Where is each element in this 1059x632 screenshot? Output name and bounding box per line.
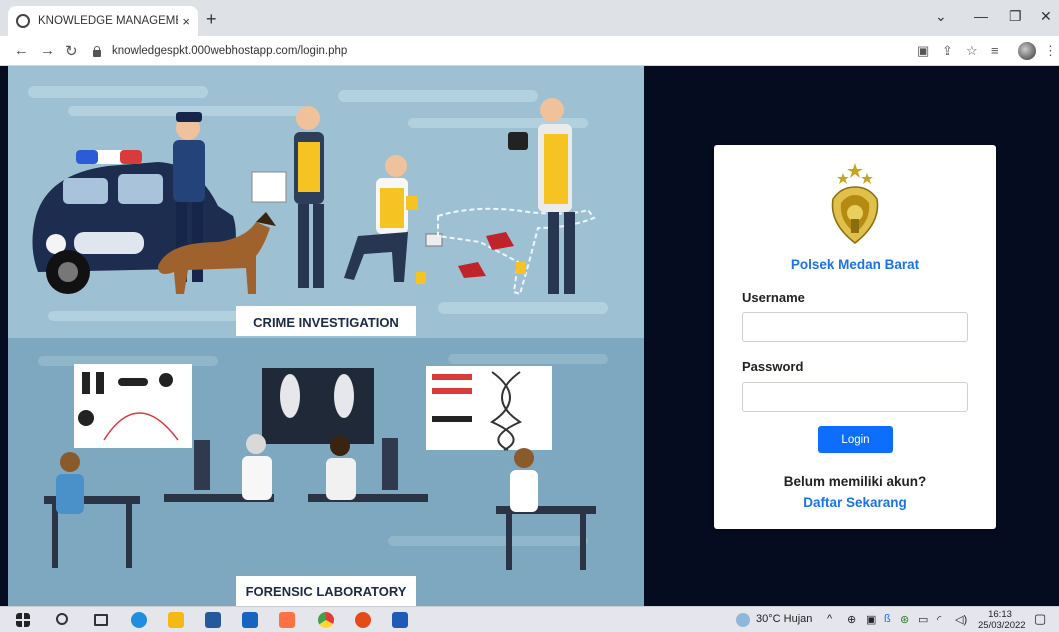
browser-tab[interactable]: KNOWLEDGE MANAGEMENT SYSTEM × xyxy=(8,6,198,36)
restore-button[interactable]: ❐ xyxy=(1009,8,1022,25)
reload-icon[interactable]: ↻ xyxy=(65,42,78,60)
page-content: CRIME INVESTIGATION FORENSIC LABORATORY … xyxy=(0,66,1059,606)
search-icon[interactable] xyxy=(56,613,68,625)
clock-time: 16:13 xyxy=(988,609,1012,620)
username-input[interactable] xyxy=(742,312,968,342)
unit-name: Polsek Medan Barat xyxy=(790,257,920,272)
password-label: Password xyxy=(742,359,804,374)
illustration-panel: CRIME INVESTIGATION FORENSIC LABORATORY xyxy=(8,66,644,606)
bluetooth-icon[interactable]: ß xyxy=(884,613,891,625)
notification-icon[interactable]: ▢ xyxy=(1034,611,1046,627)
no-account-text: Belum memiliki akun? xyxy=(783,474,927,489)
clock-date: 25/03/2022 xyxy=(978,620,1026,631)
photos-icon[interactable] xyxy=(279,612,295,628)
browser-tab-strip: KNOWLEDGE MANAGEMENT SYSTEM × + ⌄ — ❐ ✕ xyxy=(0,0,1059,36)
security-icon[interactable]: ⊛ xyxy=(900,613,909,626)
weather-icon xyxy=(736,613,750,627)
bookmark-star-icon[interactable]: ☆ xyxy=(966,43,978,59)
chevron-up-icon[interactable]: ^ xyxy=(827,613,832,625)
lock-icon xyxy=(92,45,102,57)
windows-start-icon[interactable] xyxy=(16,613,30,627)
display-icon[interactable]: ▣ xyxy=(866,613,876,626)
profile-avatar[interactable] xyxy=(1018,42,1036,60)
banner-forensic-laboratory: FORENSIC LABORATORY xyxy=(246,584,407,599)
store-icon[interactable] xyxy=(205,612,221,628)
taskbar: 30°C Hujan ^ ⊕ ▣ ß ⊛ ▭ ◜ ◁) 16:13 25/03/… xyxy=(0,606,1059,632)
wifi-icon[interactable]: ◜ xyxy=(937,613,941,626)
share-icon[interactable]: ⇪ xyxy=(942,43,953,59)
battery-icon[interactable]: ▭ xyxy=(918,613,928,626)
mail-icon[interactable] xyxy=(242,612,258,628)
volume-icon[interactable]: ◁) xyxy=(955,613,967,626)
reading-list-icon[interactable]: ≡ xyxy=(991,43,999,58)
tab-close-button[interactable]: × xyxy=(182,14,190,29)
address-bar: ← → ↻ knowledgespkt.000webhostapp.com/lo… xyxy=(0,36,1059,66)
username-label: Username xyxy=(742,290,805,305)
url-text: knowledgespkt.000webhostapp.com/login.ph… xyxy=(112,45,348,57)
globe-icon xyxy=(16,14,30,28)
banner-crime-investigation: CRIME INVESTIGATION xyxy=(253,315,399,330)
clock[interactable]: 16:13 25/03/2022 xyxy=(978,609,1026,631)
crime-forensic-illustration: CRIME INVESTIGATION FORENSIC LABORATORY xyxy=(8,66,644,606)
tab-search-icon[interactable]: ⌄ xyxy=(935,8,947,25)
tab-title: KNOWLEDGE MANAGEMENT SYSTEM xyxy=(38,15,178,27)
menu-icon[interactable]: ⋮ xyxy=(1044,43,1057,59)
url-field[interactable]: knowledgespkt.000webhostapp.com/login.ph… xyxy=(92,40,912,62)
minimize-button[interactable]: — xyxy=(974,8,988,24)
forward-arrow-icon[interactable]: → xyxy=(40,42,55,59)
login-card: Polsek Medan Barat Username Password Log… xyxy=(714,145,996,529)
login-button[interactable]: Login xyxy=(818,426,893,453)
powerpoint-icon[interactable] xyxy=(355,612,371,628)
edge-browser-icon[interactable] xyxy=(131,612,147,628)
new-tab-button[interactable]: + xyxy=(206,9,217,30)
signup-link[interactable]: Daftar Sekarang xyxy=(714,495,996,510)
back-arrow-icon[interactable]: ← xyxy=(14,42,29,59)
password-input[interactable] xyxy=(742,382,968,412)
word-icon[interactable] xyxy=(392,612,408,628)
file-explorer-icon[interactable] xyxy=(168,612,184,628)
police-emblem-logo xyxy=(831,163,879,244)
meet-now-icon[interactable]: ⊕ xyxy=(847,613,856,626)
chrome-icon[interactable] xyxy=(318,612,334,628)
translate-icon[interactable]: ▣ xyxy=(917,43,929,59)
task-view-icon[interactable] xyxy=(94,614,108,626)
close-window-button[interactable]: ✕ xyxy=(1040,8,1052,25)
weather-text[interactable]: 30°C Hujan xyxy=(756,613,812,625)
